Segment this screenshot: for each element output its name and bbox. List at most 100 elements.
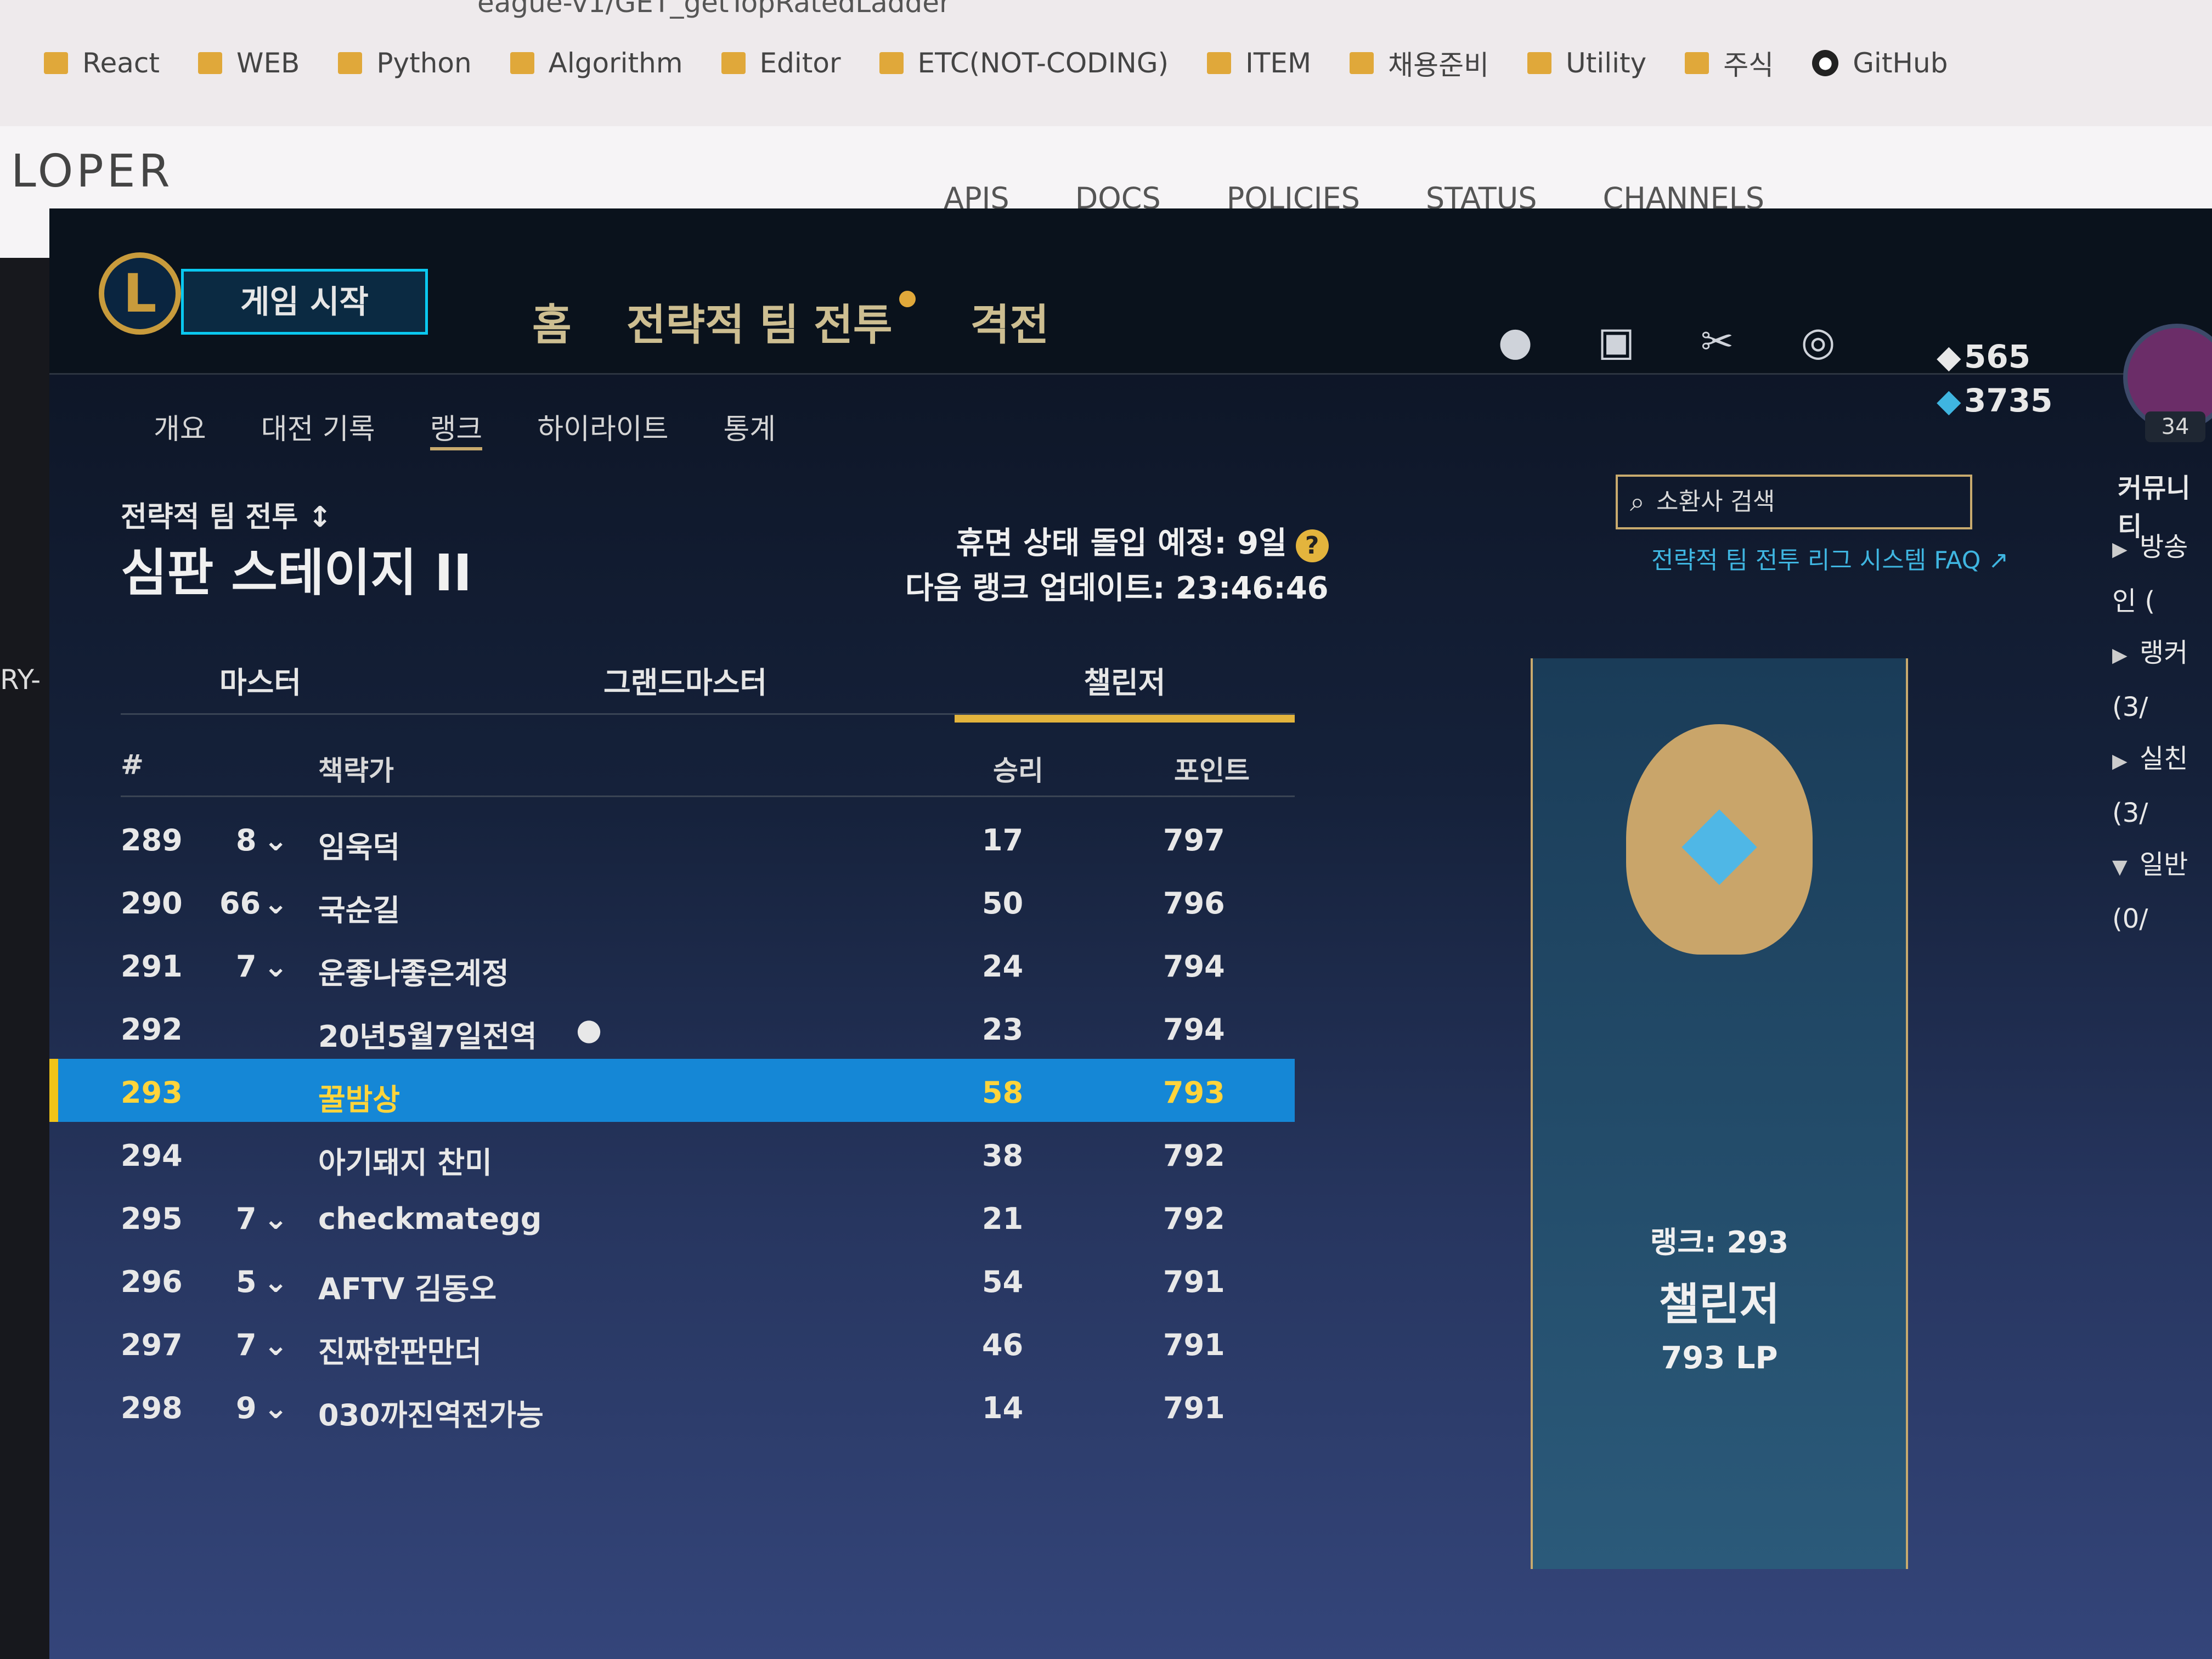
- row-points: 792: [1163, 1201, 1225, 1236]
- tab-match-history[interactable]: 대전 기록: [261, 406, 375, 450]
- table-row[interactable]: 294 아기돼지 찬미 38 792: [49, 1122, 1295, 1185]
- table-row[interactable]: 298 9 ⌄ 030까진역전가능 14 791: [49, 1374, 1295, 1437]
- row-wins: 38: [982, 1138, 1024, 1173]
- bookmark-utility[interactable]: Utility: [1527, 47, 1646, 79]
- tab-ranked[interactable]: 랭크: [430, 406, 483, 450]
- row-rank: 298: [121, 1391, 183, 1425]
- bookmark-label: React: [82, 47, 160, 79]
- row-name: 진짜한판만더: [318, 1335, 482, 1369]
- bookmark-etc[interactable]: ETC(NOT-CODING): [879, 47, 1169, 79]
- row-change: 5: [236, 1265, 257, 1299]
- folder-icon: [338, 52, 363, 74]
- row-points: 797: [1163, 823, 1225, 857]
- loot-icon[interactable]: ✂: [1694, 318, 1740, 364]
- bookmark-label: ETC(NOT-CODING): [917, 47, 1169, 79]
- nav-tft[interactable]: 전략적 팀 전투: [627, 291, 916, 352]
- bookmark-github[interactable]: ● GitHub: [1812, 47, 1948, 79]
- chevron-down-icon: ⌄: [263, 823, 289, 857]
- row-points: 792: [1163, 1138, 1225, 1173]
- chevron-down-icon: ⌄: [263, 1328, 289, 1362]
- bookmark-label: GitHub: [1853, 47, 1948, 79]
- summoner-search-input[interactable]: ⌕ 소환사 검색: [1616, 475, 1972, 529]
- chevron-down-icon: ⌄: [263, 886, 289, 921]
- table-row-selected[interactable]: 293 꿀밤상 58 793: [49, 1059, 1295, 1122]
- banner-lp: 793 LP: [1661, 1340, 1778, 1376]
- community-group-rankers[interactable]: ▶ 랭커 (3/: [2112, 627, 2212, 733]
- banner-tier: 챌린저: [1658, 1279, 1780, 1330]
- currency-panel[interactable]: ◆565 ◆3735: [1937, 335, 2052, 422]
- tab-master[interactable]: 마스터: [219, 658, 301, 702]
- bookmark-item[interactable]: ITEM: [1207, 47, 1311, 79]
- row-change: 8: [236, 823, 257, 857]
- community-group-friends[interactable]: ▶ 실친 (3/: [2112, 733, 2212, 839]
- row-change: 7: [236, 1328, 257, 1362]
- bookmark-label: Algorithm: [548, 47, 683, 79]
- bookmark-algorithm[interactable]: Algorithm: [510, 47, 683, 79]
- row-change: 7: [236, 949, 257, 984]
- row-rank: 292: [121, 1012, 183, 1047]
- table-row[interactable]: 295 7 ⌄ checkmategg 21 792: [49, 1185, 1295, 1248]
- ladder-table: 289 8 ⌄ 임욱덕 17 797 290 66 ⌄ 국순길 50 796 291 7 ⌄ 운좋나좋은계…: [49, 806, 1295, 1437]
- row-change: 7: [236, 1201, 257, 1236]
- tab-overview[interactable]: 개요: [154, 406, 206, 450]
- site-logo[interactable]: LOPER: [11, 145, 173, 198]
- table-row[interactable]: 297 7 ⌄ 진짜한판만더 46 791: [49, 1311, 1295, 1374]
- tab-challenger[interactable]: 챌린저: [955, 658, 1295, 723]
- tab-stats[interactable]: 통계: [723, 406, 776, 450]
- bookmark-label: ITEM: [1245, 47, 1312, 79]
- be-value: 3735: [1964, 382, 2053, 419]
- table-row[interactable]: 289 8 ⌄ 임욱덕 17 797: [49, 806, 1295, 870]
- bookmarks-bar: eague-v1/GET_getTopRatedLadder React WEB…: [0, 0, 2212, 126]
- store-icon[interactable]: ◎: [1795, 318, 1841, 364]
- bookmark-editor[interactable]: Editor: [721, 47, 841, 79]
- nav-home[interactable]: 홈: [532, 291, 572, 352]
- help-icon[interactable]: ?: [1295, 529, 1329, 562]
- table-row[interactable]: 290 66 ⌄ 국순길 50 796: [49, 870, 1295, 933]
- play-button[interactable]: 게임 시작: [181, 269, 428, 335]
- row-name: AFTV 김동오: [318, 1272, 497, 1306]
- bookmark-stocks[interactable]: 주식: [1685, 43, 1774, 83]
- folder-icon: [1685, 52, 1709, 74]
- row-points: 794: [1163, 949, 1225, 984]
- community-group-streamers[interactable]: ▶ 방송인 (: [2112, 521, 2212, 627]
- background-window-edge: RY-: [0, 258, 49, 1659]
- row-wins: 17: [982, 823, 1024, 857]
- community-list: ▶ 방송인 ( ▶ 랭커 (3/ ▶ 실친 (3/ ▼ 일반 (0/: [2112, 521, 2212, 945]
- table-row[interactable]: 292 20년5월7일전역 ● 23 794: [49, 996, 1295, 1059]
- tab-highlights[interactable]: 하이라이트: [537, 406, 668, 450]
- bookmark-label: Utility: [1566, 47, 1647, 79]
- row-change: 66: [219, 886, 261, 921]
- profile-icon[interactable]: ●: [1492, 318, 1538, 364]
- row-rank: 294: [121, 1138, 183, 1173]
- bookmark-python[interactable]: Python: [338, 47, 472, 79]
- row-points: 791: [1163, 1328, 1225, 1362]
- tab-grandmaster[interactable]: 그랜드마스터: [603, 658, 767, 702]
- table-row[interactable]: 291 7 ⌄ 운좋나좋은계정 24 794: [49, 933, 1295, 996]
- col-points: 포인트: [1174, 755, 1250, 787]
- ladder-header: # 책략가 승리 포인트: [121, 735, 1295, 797]
- row-rank: 295: [121, 1201, 183, 1236]
- row-rank: 290: [121, 886, 183, 921]
- table-row[interactable]: 296 5 ⌄ AFTV 김동오 54 791: [49, 1248, 1295, 1311]
- folder-icon: [1350, 52, 1374, 74]
- bookmark-label: Editor: [759, 47, 841, 79]
- row-wins: 58: [982, 1075, 1024, 1110]
- bookmark-jobs[interactable]: 채용준비: [1350, 43, 1489, 83]
- queue-selector[interactable]: 전략적 팀 전투 ↕: [121, 494, 332, 535]
- row-wins: 23: [982, 1012, 1024, 1047]
- community-group-general[interactable]: ▼ 일반 (0/: [2112, 839, 2212, 945]
- row-points: 791: [1163, 1391, 1225, 1425]
- nav-clash[interactable]: 격전: [970, 291, 1049, 352]
- row-name: 030까진역전가능: [318, 1398, 544, 1432]
- row-wins: 46: [982, 1328, 1024, 1362]
- col-rank: #: [121, 749, 144, 781]
- folder-icon: [879, 52, 904, 74]
- bookmark-react[interactable]: React: [44, 47, 160, 79]
- client-top-bar: L 게임 시작 홈 전략적 팀 전투 격전 ● ▣ ✂ ◎ ◆565 ◆3735…: [49, 208, 2212, 442]
- notification-dot-icon: [899, 291, 916, 307]
- bookmark-label: 채용준비: [1388, 49, 1489, 81]
- collection-icon[interactable]: ▣: [1593, 318, 1639, 364]
- game-logo-icon[interactable]: L: [99, 252, 181, 335]
- bookmark-web[interactable]: WEB: [198, 47, 300, 79]
- faq-link[interactable]: 전략적 팀 전투 리그 시스템 FAQ ↗: [1651, 540, 2008, 575]
